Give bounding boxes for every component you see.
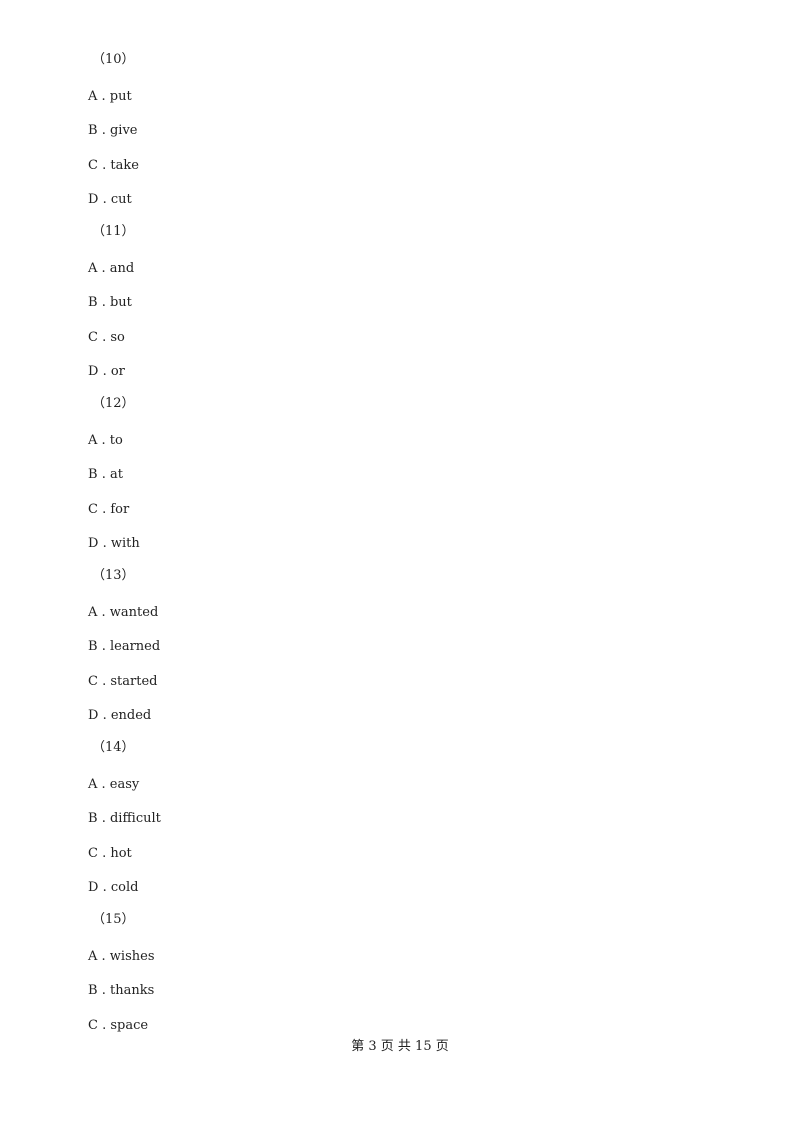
page-footer: 第 3 页 共 15 页: [351, 1039, 449, 1054]
option-letter: D: [88, 364, 99, 380]
option-text: give: [109, 123, 138, 139]
question-number: （15）: [92, 912, 135, 927]
option-letter: A: [88, 261, 98, 276]
option-b: B . but: [88, 295, 132, 311]
option-letter: B: [88, 123, 98, 139]
option-separator: .: [97, 673, 111, 689]
option-letter: B: [88, 811, 98, 827]
option-a: A . easy: [88, 777, 139, 793]
option-separator: .: [97, 467, 110, 483]
option-letter: D: [88, 192, 99, 208]
option-letter: D: [88, 708, 99, 724]
option-text: with: [110, 536, 140, 552]
question-number: （12）: [92, 396, 135, 411]
option-text: cold: [110, 880, 139, 896]
option-separator: .: [97, 605, 110, 620]
option-d: D . ended: [88, 708, 151, 724]
option-text: space: [110, 1017, 149, 1033]
option-letter: A: [88, 949, 98, 964]
option-text: or: [110, 364, 125, 380]
option-c: C . take: [88, 158, 139, 174]
option-separator: .: [97, 433, 110, 448]
option-letter: A: [88, 605, 98, 620]
option-separator: .: [97, 123, 110, 139]
option-letter: B: [88, 467, 98, 483]
option-text: so: [110, 329, 125, 345]
option-d: D . cold: [88, 880, 138, 896]
option-letter: D: [88, 536, 99, 552]
option-separator: .: [97, 89, 110, 104]
option-separator: .: [97, 983, 110, 999]
option-separator: .: [97, 329, 111, 345]
option-b: B . difficult: [88, 811, 161, 827]
option-separator: .: [97, 845, 111, 861]
option-text: put: [109, 89, 132, 104]
option-a: A . to: [88, 433, 123, 449]
option-b: B . learned: [88, 639, 160, 655]
option-b: B . at: [88, 467, 123, 483]
option-d: D . or: [88, 364, 125, 380]
option-text: wishes: [109, 949, 155, 964]
option-c: C . started: [88, 674, 157, 690]
option-separator: .: [97, 501, 111, 517]
question-number: （10）: [92, 52, 135, 67]
option-a: A . wanted: [88, 605, 158, 621]
option-b: B . give: [88, 123, 138, 139]
option-text: easy: [109, 777, 140, 792]
option-text: and: [109, 261, 135, 276]
option-letter: B: [88, 639, 98, 655]
option-text: at: [109, 467, 123, 483]
option-d: D . with: [88, 536, 140, 552]
option-letter: C: [88, 673, 98, 689]
option-text: cut: [110, 192, 132, 208]
option-letter: B: [88, 983, 98, 999]
option-separator: .: [97, 261, 110, 276]
option-separator: .: [97, 811, 110, 827]
option-text: learned: [109, 639, 161, 655]
option-text: wanted: [109, 605, 159, 620]
question-number: （13）: [92, 568, 135, 583]
option-a: A . put: [88, 89, 132, 105]
question-number: （14）: [92, 740, 135, 755]
option-text: take: [110, 157, 139, 173]
option-text: started: [110, 673, 158, 689]
option-d: D . cut: [88, 192, 132, 208]
option-separator: .: [97, 295, 110, 311]
option-separator: .: [97, 949, 110, 964]
option-a: A . and: [88, 261, 134, 277]
option-separator: .: [98, 192, 111, 208]
question-number: （11）: [92, 224, 135, 239]
option-text: but: [109, 295, 132, 311]
option-letter: D: [88, 880, 99, 896]
option-c: C . hot: [88, 846, 132, 862]
option-separator: .: [97, 157, 111, 173]
option-letter: A: [88, 433, 98, 448]
option-letter: A: [88, 777, 98, 792]
option-separator: .: [98, 536, 111, 552]
option-c: C . so: [88, 330, 125, 346]
option-c: C . for: [88, 502, 129, 518]
option-text: for: [110, 501, 130, 517]
option-text: difficult: [109, 811, 161, 827]
option-letter: C: [88, 845, 98, 861]
option-letter: A: [88, 89, 98, 104]
option-separator: .: [98, 708, 111, 724]
option-b: B . thanks: [88, 983, 154, 999]
option-c: C . space: [88, 1018, 148, 1034]
option-separator: .: [97, 777, 110, 792]
option-letter: C: [88, 1017, 98, 1033]
option-separator: .: [98, 364, 111, 380]
option-letter: C: [88, 157, 98, 173]
option-text: to: [109, 433, 123, 448]
option-letter: C: [88, 501, 98, 517]
option-text: hot: [110, 845, 132, 861]
option-text: ended: [110, 708, 152, 724]
option-text: thanks: [109, 983, 155, 999]
option-a: A . wishes: [88, 949, 155, 965]
option-letter: C: [88, 329, 98, 345]
option-letter: B: [88, 295, 98, 311]
option-separator: .: [97, 1017, 111, 1033]
option-separator: .: [97, 639, 110, 655]
option-separator: .: [98, 880, 111, 896]
